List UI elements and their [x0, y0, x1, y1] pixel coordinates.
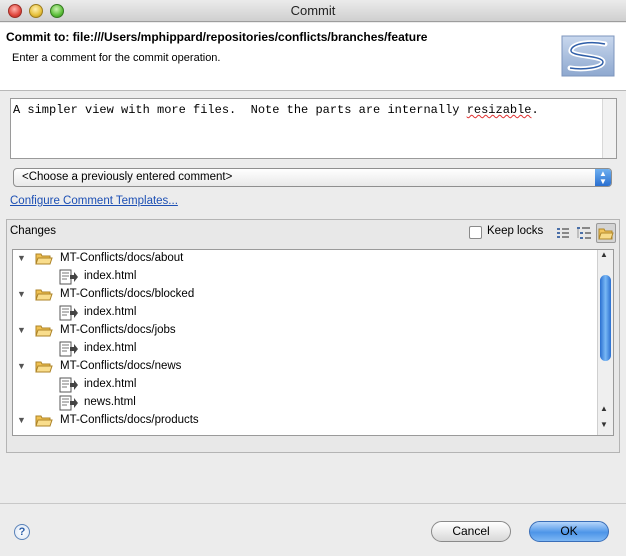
- outgoing-change-file-icon: [59, 341, 78, 357]
- header-message: Enter a comment for the commit operation…: [12, 52, 221, 64]
- tree-file-label: index.html: [84, 342, 137, 354]
- keep-locks-checkbox[interactable]: [469, 226, 482, 239]
- open-folder-icon: [35, 325, 53, 337]
- tree-file-label: index.html: [84, 378, 137, 390]
- open-folder-icon: [35, 289, 53, 301]
- expand-toggle-icon[interactable]: ▼: [17, 289, 26, 299]
- comment-text-part: A simpler view with more files. Note the…: [13, 103, 467, 117]
- misspelled-word: resizable: [466, 103, 532, 117]
- outgoing-change-file-icon: [59, 377, 78, 393]
- comment-text-end: .: [531, 103, 539, 117]
- footer-separator: [0, 503, 626, 504]
- scroll-down-icon[interactable]: ▼: [600, 420, 608, 429]
- tree-file-row[interactable]: index.html: [13, 340, 599, 358]
- tree-file-row[interactable]: news.html: [13, 394, 599, 412]
- expand-toggle-icon[interactable]: ▼: [17, 361, 26, 371]
- expand-toggle-icon[interactable]: ▼: [17, 415, 26, 425]
- tree-folder-label: MT-Conflicts/docs/jobs: [60, 324, 176, 336]
- changes-tree[interactable]: ▼ MT-Conflicts/docs/about index.html ▼ MT-Co…: [12, 249, 614, 436]
- expand-toggle-icon[interactable]: ▼: [17, 253, 26, 263]
- tree-file-label: news.html: [84, 396, 136, 408]
- tree-view-button[interactable]: [574, 223, 594, 243]
- comment-text: A simpler view with more files. Note the…: [13, 103, 539, 117]
- scroll-up-icon[interactable]: ▲: [600, 250, 608, 259]
- folder-view-icon: [598, 228, 614, 240]
- comment-textarea[interactable]: A simpler view with more files. Note the…: [10, 98, 617, 159]
- cancel-button[interactable]: Cancel: [431, 521, 511, 542]
- compressed-folders-button[interactable]: [596, 223, 616, 243]
- window-title: Commit: [290, 3, 336, 18]
- tree-folder-row[interactable]: ▼ MT-Conflicts/docs/jobs: [13, 322, 599, 340]
- help-icon[interactable]: ?: [14, 524, 30, 540]
- scroll-thumb[interactable]: [600, 275, 611, 361]
- ok-button[interactable]: OK: [529, 521, 609, 542]
- tree-list-icon: [577, 227, 591, 239]
- comment-scrollbar[interactable]: [602, 99, 616, 158]
- tree-folder-row[interactable]: ▼ MT-Conflicts/docs/news: [13, 358, 599, 376]
- tree-folder-label: MT-Conflicts/docs/products: [60, 414, 199, 426]
- tree-file-row[interactable]: index.html: [13, 268, 599, 286]
- dropdown-arrows-icon[interactable]: ▲ ▼: [595, 169, 611, 186]
- outgoing-change-file-icon: [59, 269, 78, 285]
- scroll-up-icon[interactable]: ▲: [600, 404, 608, 413]
- configure-templates-link[interactable]: Configure Comment Templates...: [10, 195, 178, 207]
- tree-folder-row[interactable]: ▼ MT-Conflicts/docs/about: [13, 250, 599, 268]
- previous-comment-value: <Choose a previously entered comment>: [22, 171, 233, 183]
- tree-file-row[interactable]: index.html: [13, 376, 599, 394]
- outgoing-change-file-icon: [59, 395, 78, 411]
- open-folder-icon: [35, 253, 53, 265]
- dialog-header: Commit to: file:///Users/mphippard/repos…: [0, 23, 626, 91]
- tree-file-label: index.html: [84, 306, 137, 318]
- outgoing-change-file-icon: [59, 305, 78, 321]
- changes-label: Changes: [10, 225, 57, 237]
- tree-folder-label: MT-Conflicts/docs/news: [60, 360, 182, 372]
- changes-panel: Changes Keep locks ▼ MT-Conflicts/docs/ab…: [6, 219, 620, 453]
- tree-folder-label: MT-Conflicts/docs/blocked: [60, 288, 195, 300]
- open-folder-icon: [35, 361, 53, 373]
- commit-target-title: Commit to: file:///Users/mphippard/repos…: [6, 30, 428, 44]
- tree-file-label: index.html: [84, 270, 137, 282]
- previous-comment-select[interactable]: <Choose a previously entered comment> ▲ ▼: [13, 168, 612, 187]
- tree-folder-label: MT-Conflicts/docs/about: [60, 252, 184, 264]
- open-folder-icon: [35, 415, 53, 427]
- tree-folder-row[interactable]: ▼ MT-Conflicts/docs/products: [13, 412, 599, 430]
- flat-list-view-button[interactable]: [553, 223, 573, 243]
- tree-file-row[interactable]: index.html: [13, 304, 599, 322]
- subversion-banner-icon: [561, 35, 615, 77]
- tree-folder-row[interactable]: ▼ MT-Conflicts/docs/blocked: [13, 286, 599, 304]
- changes-scrollbar[interactable]: ▲ ▲ ▼: [597, 250, 613, 435]
- flat-list-icon: [557, 228, 569, 238]
- keep-locks-label[interactable]: Keep locks: [487, 225, 543, 237]
- expand-toggle-icon[interactable]: ▼: [17, 325, 26, 335]
- title-bar: Commit: [0, 0, 626, 22]
